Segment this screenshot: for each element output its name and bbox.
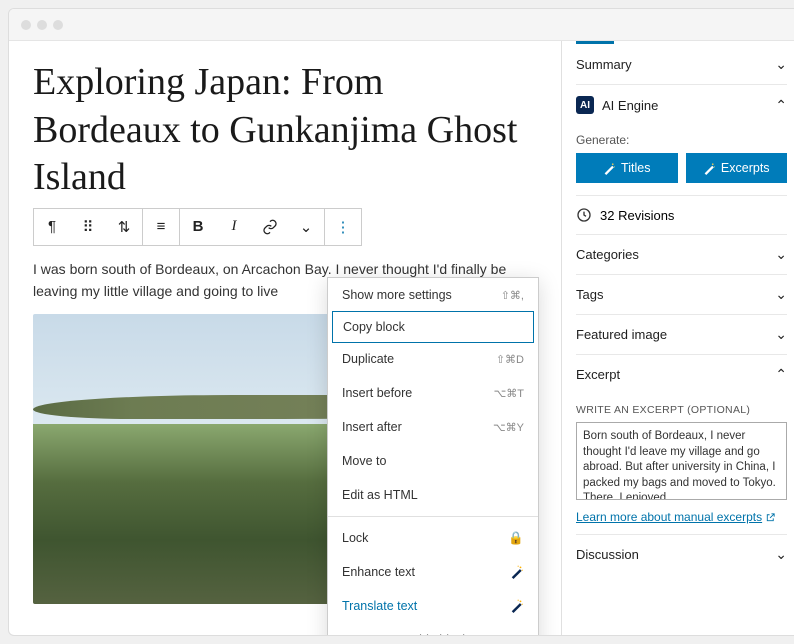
panel-featured-image[interactable]: Featured image ⌄	[576, 315, 787, 355]
tab-indicator	[576, 41, 614, 44]
menu-edit-html[interactable]: Edit as HTML	[328, 478, 538, 512]
menu-label: Move to	[342, 454, 386, 468]
panel-label: Excerpt	[576, 367, 620, 382]
menu-label: Edit as HTML	[342, 488, 418, 502]
chevron-up-icon: ⌃	[775, 366, 787, 383]
chevron-down-icon: ⌄	[775, 286, 787, 303]
menu-insert-before[interactable]: Insert before ⌥⌘T	[328, 376, 538, 410]
menu-label: Enhance text	[342, 565, 415, 579]
menu-separator	[328, 516, 538, 517]
dropdown-caret[interactable]: ⌄	[288, 209, 324, 245]
drag-handle[interactable]: ⠿	[70, 209, 106, 245]
link-button[interactable]	[252, 209, 288, 245]
paragraph-type-button[interactable]: ¶	[34, 209, 70, 245]
wand-icon	[603, 162, 616, 175]
panel-label: Summary	[576, 57, 632, 72]
panel-label: AI Engine	[602, 98, 658, 113]
ai-engine-icon: AI	[576, 96, 594, 114]
reusable-icon: ◈	[514, 633, 524, 636]
menu-shortcut: ⇧⌘,	[501, 289, 524, 302]
menu-duplicate[interactable]: Duplicate ⇧⌘D	[328, 342, 538, 376]
menu-label: Duplicate	[342, 352, 394, 366]
window-dot	[53, 20, 63, 30]
excerpt-field-label: WRITE AN EXCERPT (OPTIONAL)	[576, 404, 787, 416]
chevron-down-icon: ⌄	[775, 246, 787, 263]
menu-copy-block[interactable]: Copy block	[332, 311, 534, 343]
clock-icon	[576, 207, 592, 223]
menu-label: Lock	[342, 531, 368, 545]
window-dot	[21, 20, 31, 30]
move-updown-button[interactable]: ⇅	[106, 209, 142, 245]
panel-label: Tags	[576, 287, 603, 302]
wand-icon	[703, 162, 716, 175]
panel-summary[interactable]: Summary ⌄	[576, 45, 787, 85]
lock-icon: 🔒	[508, 531, 524, 546]
menu-translate-text[interactable]: Translate text	[328, 589, 538, 623]
menu-enhance-text[interactable]: Enhance text	[328, 555, 538, 589]
menu-create-reusable[interactable]: Create Reusable block ◈	[328, 623, 538, 635]
chevron-down-icon: ⌄	[775, 326, 787, 343]
menu-show-more-settings[interactable]: Show more settings ⇧⌘,	[328, 278, 538, 312]
excerpt-help-link[interactable]: Learn more about manual excerpts	[576, 510, 776, 524]
workspace: Exploring Japan: From Bordeaux to Gunkan…	[9, 41, 794, 635]
menu-label: Translate text	[342, 599, 417, 613]
panel-tags[interactable]: Tags ⌄	[576, 275, 787, 315]
italic-button[interactable]: I	[216, 209, 252, 245]
more-options-button[interactable]: ⋮	[325, 209, 361, 245]
button-label: Titles	[621, 161, 650, 175]
menu-label: Insert after	[342, 420, 402, 434]
editor-canvas: Exploring Japan: From Bordeaux to Gunkan…	[9, 41, 561, 635]
menu-insert-after[interactable]: Insert after ⌥⌘Y	[328, 410, 538, 444]
menu-label: Copy block	[343, 320, 405, 334]
menu-shortcut: ⇧⌘D	[496, 353, 524, 366]
window-dot	[37, 20, 47, 30]
menu-label: Show more settings	[342, 288, 452, 302]
menu-shortcut: ⌥⌘T	[494, 387, 524, 400]
menu-label: Create Reusable block	[342, 633, 468, 635]
link-icon	[262, 219, 278, 235]
revisions-label: 32 Revisions	[600, 208, 674, 223]
generate-titles-button[interactable]: Titles	[576, 153, 678, 183]
external-link-icon	[765, 512, 776, 523]
block-context-menu: Show more settings ⇧⌘, Copy block Duplica…	[327, 277, 539, 635]
app-window: Exploring Japan: From Bordeaux to Gunkan…	[8, 8, 794, 636]
generate-excerpts-button[interactable]: Excerpts	[686, 153, 788, 183]
link-label: Learn more about manual excerpts	[576, 510, 762, 524]
panel-excerpt[interactable]: Excerpt ⌃	[576, 355, 787, 394]
chevron-down-icon: ⌄	[775, 56, 787, 73]
generate-label: Generate:	[576, 133, 787, 147]
button-label: Excerpts	[721, 161, 770, 175]
menu-move-to[interactable]: Move to	[328, 444, 538, 478]
panel-label: Featured image	[576, 327, 667, 342]
wand-icon	[510, 599, 524, 613]
settings-sidebar: Summary ⌄ AI AI Engine ⌃ Generate: Titles…	[561, 41, 794, 635]
panel-label: Discussion	[576, 547, 639, 562]
chevron-down-icon: ⌄	[775, 546, 787, 563]
wand-icon	[510, 565, 524, 579]
menu-label: Insert before	[342, 386, 412, 400]
panel-discussion[interactable]: Discussion ⌄	[576, 535, 787, 574]
block-toolbar: ¶ ⠿ ⇅ ≡ B I ⌄ ⋮	[33, 208, 362, 246]
bold-button[interactable]: B	[180, 209, 216, 245]
panel-label: Categories	[576, 247, 639, 262]
titlebar	[9, 9, 794, 41]
panel-ai-engine[interactable]: AI AI Engine ⌃	[576, 85, 787, 125]
align-button[interactable]: ≡	[143, 209, 179, 245]
menu-shortcut: ⌥⌘Y	[493, 421, 524, 434]
menu-lock[interactable]: Lock 🔒	[328, 521, 538, 555]
panel-categories[interactable]: Categories ⌄	[576, 235, 787, 275]
revisions-row[interactable]: 32 Revisions	[576, 196, 787, 235]
excerpt-textarea[interactable]	[576, 422, 787, 500]
post-title[interactable]: Exploring Japan: From Bordeaux to Gunkan…	[33, 59, 537, 202]
chevron-up-icon: ⌃	[775, 97, 787, 114]
